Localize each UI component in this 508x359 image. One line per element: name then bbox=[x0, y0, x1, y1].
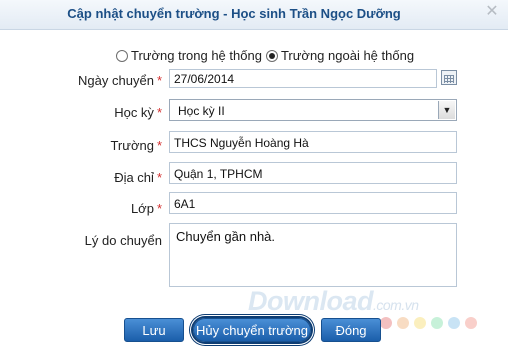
class-field[interactable]: 6A1 bbox=[169, 192, 457, 214]
radio-in-system[interactable] bbox=[116, 49, 128, 62]
semester-label: Học kỳ * bbox=[52, 105, 162, 120]
class-label: Lớp * bbox=[52, 201, 162, 216]
watermark-dot bbox=[414, 317, 426, 329]
date-label-text: Ngày chuyển bbox=[78, 73, 154, 88]
radio-out-system-label: Trường ngoài hệ thống bbox=[280, 48, 415, 63]
reason-textarea[interactable]: Chuyển gần nhà. bbox=[169, 223, 457, 287]
watermark-suffix: .com.vn bbox=[373, 297, 419, 313]
transfer-type-group: Trường trong hệ thống Trường ngoài hệ th… bbox=[116, 48, 414, 63]
school-field[interactable]: THCS Nguyễn Hoàng Hà bbox=[169, 131, 457, 153]
cancel-transfer-button[interactable]: Hủy chuyển trường bbox=[193, 318, 311, 342]
watermark-dot bbox=[397, 317, 409, 329]
save-button[interactable]: Lưu bbox=[124, 318, 184, 342]
watermark-dot bbox=[380, 317, 392, 329]
close-button[interactable]: Đóng bbox=[321, 318, 381, 342]
dialog-titlebar: Cập nhật chuyển trường - Học sinh Trần N… bbox=[0, 0, 508, 30]
required-mark: * bbox=[156, 105, 162, 120]
reason-label: Lý do chuyển bbox=[52, 233, 162, 248]
semester-select[interactable]: Học kỳ II ▼ bbox=[169, 99, 457, 121]
radio-out-system[interactable] bbox=[265, 49, 278, 62]
watermark-logo: Download.com.vn bbox=[248, 286, 419, 317]
class-label-text: Lớp bbox=[130, 201, 154, 216]
watermark-dot bbox=[465, 317, 477, 329]
address-label: Địa chỉ * bbox=[52, 170, 162, 185]
semester-value: Học kỳ II bbox=[178, 104, 225, 118]
semester-label-text: Học kỳ bbox=[114, 105, 154, 120]
transfer-dialog: Cập nhật chuyển trường - Học sinh Trần N… bbox=[0, 0, 508, 359]
school-label-text: Trường bbox=[110, 138, 154, 153]
date-label: Ngày chuyển * bbox=[52, 73, 162, 88]
required-mark: * bbox=[156, 201, 162, 216]
school-label: Trường * bbox=[52, 138, 162, 153]
watermark-dot bbox=[448, 317, 460, 329]
close-icon[interactable]: ✕ bbox=[484, 4, 500, 20]
chevron-down-icon[interactable]: ▼ bbox=[438, 101, 455, 119]
address-field[interactable]: Quận 1, TPHCM bbox=[169, 162, 457, 184]
watermark-dots bbox=[380, 317, 477, 329]
date-field[interactable]: 27/06/2014 bbox=[169, 69, 437, 88]
required-mark: * bbox=[156, 73, 162, 88]
radio-in-system-label: Trường trong hệ thống bbox=[131, 48, 262, 63]
watermark-text: Download bbox=[248, 286, 374, 316]
reason-label-text: Lý do chuyển bbox=[84, 233, 162, 248]
watermark-dot bbox=[431, 317, 443, 329]
calendar-icon[interactable] bbox=[441, 70, 457, 85]
required-mark: * bbox=[156, 170, 162, 185]
address-label-text: Địa chỉ bbox=[114, 170, 154, 185]
dialog-title: Cập nhật chuyển trường - Học sinh Trần N… bbox=[67, 6, 401, 21]
required-mark: * bbox=[156, 138, 162, 153]
